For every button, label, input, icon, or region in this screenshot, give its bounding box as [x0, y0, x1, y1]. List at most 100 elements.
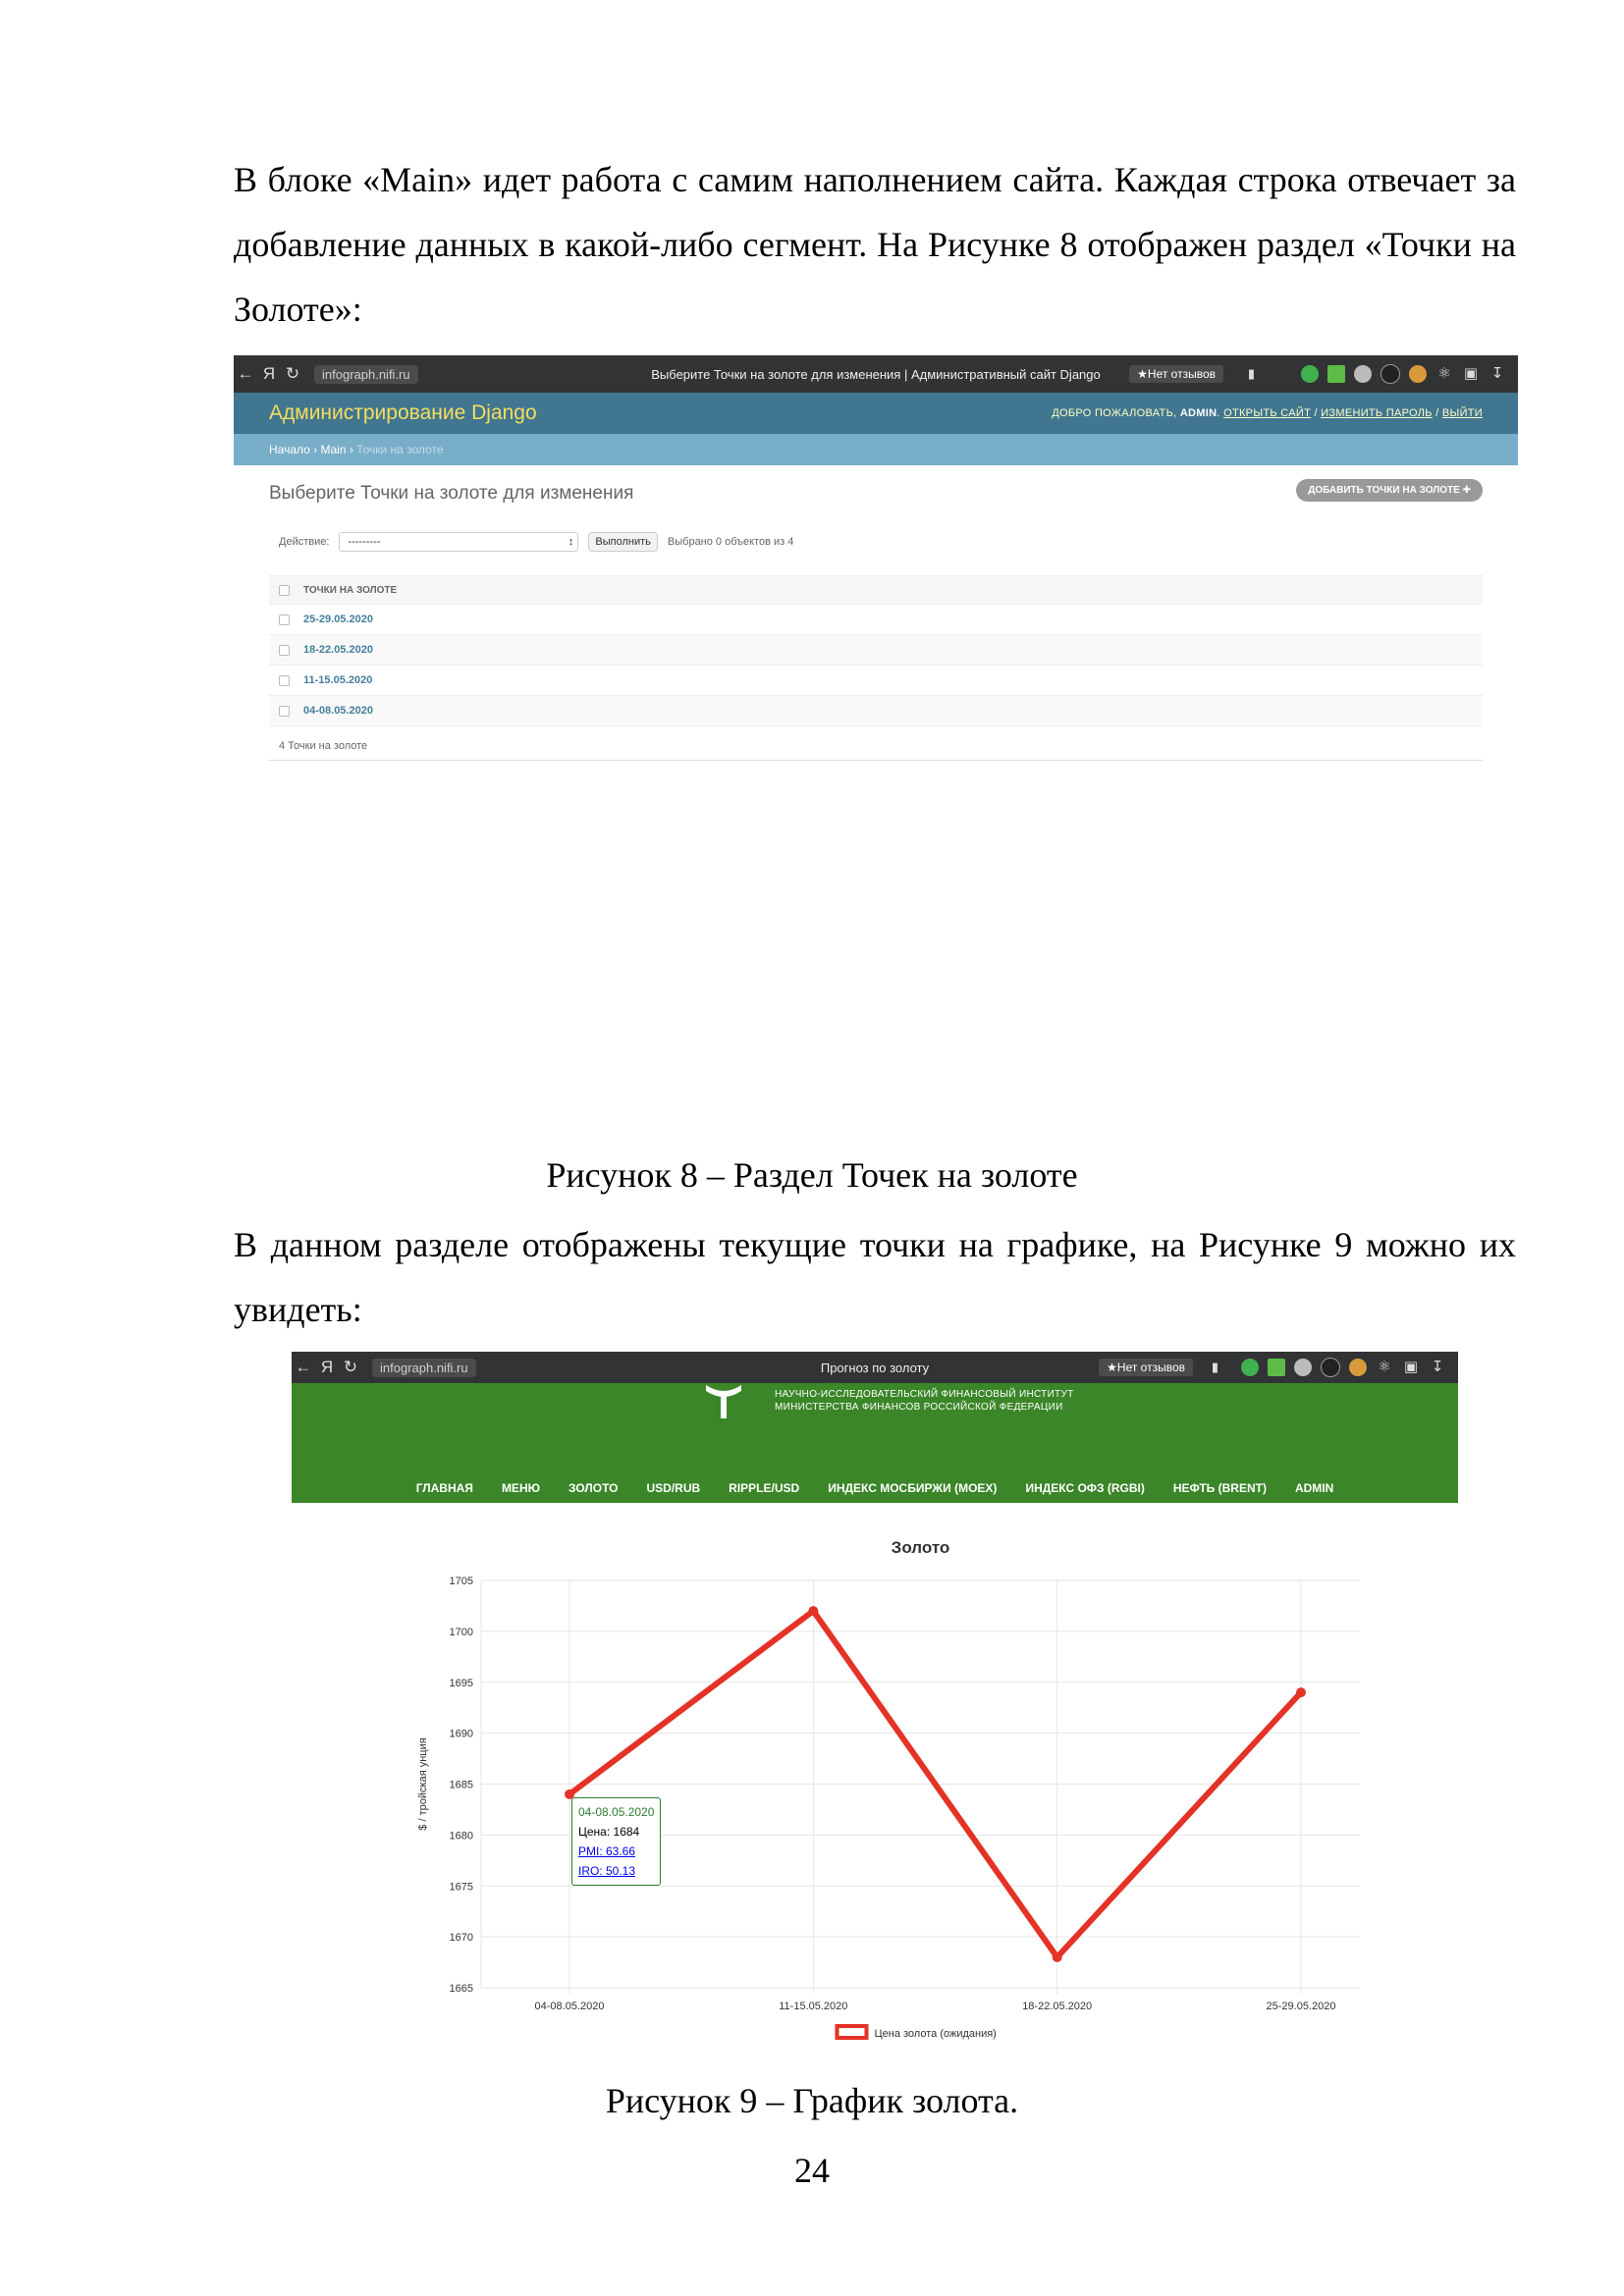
extensions-bar: ⚛ ▣ ↧: [1241, 1358, 1446, 1377]
bookmark-icon[interactable]: ▮: [1248, 366, 1255, 382]
breadcrumb-current: Точки на золоте: [356, 443, 444, 456]
row-link[interactable]: 18-22.05.2020: [303, 644, 373, 656]
url-field[interactable]: infograph.nifi.ru: [372, 1358, 476, 1377]
column-header[interactable]: Точки на золоте: [303, 585, 397, 596]
row-checkbox[interactable]: [279, 674, 290, 686]
cookie-extension-icon[interactable]: [1409, 365, 1427, 383]
row-checkbox[interactable]: [279, 614, 290, 625]
menu-item-rgbi[interactable]: Индекс ОФЗ (RGBI): [1025, 1481, 1144, 1495]
menu-item-menu[interactable]: Меню: [502, 1481, 540, 1495]
main-menu: Главная Меню Золото USD/RUB RIPPLE/USD И…: [292, 1481, 1458, 1495]
table-header: Точки на золоте: [269, 575, 1483, 605]
shield-extension-icon[interactable]: [1241, 1359, 1259, 1376]
go-button[interactable]: Выполнить: [588, 532, 658, 552]
y-tick-label: 1680: [450, 1830, 473, 1842]
download-icon[interactable]: ↧: [1489, 365, 1506, 383]
y-tick-label: 1695: [450, 1678, 473, 1689]
table-row: 04-08.05.2020: [269, 696, 1483, 726]
reviews-badge[interactable]: ★Нет отзывов: [1099, 1359, 1193, 1376]
url-field[interactable]: infograph.nifi.ru: [314, 364, 418, 384]
x-tick-label: 04-08.05.2020: [535, 2001, 605, 2012]
selected-counter: Выбрано 0 объектов из 4: [667, 536, 794, 548]
table-row: 18-22.05.2020: [269, 635, 1483, 666]
shield-extension-icon[interactable]: [1301, 365, 1319, 383]
translate-extension-icon[interactable]: ▣: [1462, 365, 1480, 383]
action-select[interactable]: ---------: [339, 532, 579, 552]
cookie-extension-icon[interactable]: [1349, 1359, 1367, 1376]
site-header: НАУЧНО-ИССЛЕДОВАТЕЛЬСКИЙ ФИНАНСОВЫЙ ИНСТ…: [292, 1383, 1458, 1503]
back-arrow-icon[interactable]: ←: [292, 1358, 315, 1377]
reload-icon[interactable]: ↻: [281, 364, 304, 384]
reload-icon[interactable]: ↻: [339, 1358, 362, 1377]
download-arrow-extension-icon[interactable]: [1268, 1359, 1285, 1376]
y-tick-label: 1675: [450, 1881, 473, 1893]
menu-item-home[interactable]: Главная: [416, 1481, 473, 1495]
menu-item-moex[interactable]: Индекс Мосбиржи (MOEX): [828, 1481, 997, 1495]
username: ADMIN: [1179, 407, 1218, 419]
view-site-link[interactable]: Открыть сайт: [1223, 407, 1311, 419]
table-body: 25-29.05.2020 18-22.05.2020 11-15.05.202…: [269, 605, 1483, 726]
row-link[interactable]: 11-15.05.2020: [303, 674, 372, 686]
figure-9-screenshot: ← Я ↻ infograph.nifi.ru Прогноз по золот…: [292, 1352, 1458, 1509]
django-header: Администрирование Django Добро пожаловат…: [234, 393, 1518, 434]
globe-extension-icon[interactable]: [1294, 1359, 1312, 1376]
bookmark-icon[interactable]: ▮: [1212, 1360, 1218, 1375]
download-arrow-extension-icon[interactable]: [1327, 365, 1345, 383]
react-extension-icon[interactable]: ⚛: [1376, 1359, 1393, 1376]
browser-toolbar: ← Я ↻ infograph.nifi.ru Выберите Точки н…: [234, 355, 1518, 393]
logout-link[interactable]: Выйти: [1442, 407, 1483, 419]
select-all-checkbox[interactable]: [279, 584, 290, 596]
site-branding[interactable]: Администрирование Django: [269, 401, 537, 425]
tab-title: Прогноз по золоту: [820, 1360, 930, 1375]
yandex-icon[interactable]: Я: [257, 364, 281, 384]
y-tick-label: 1700: [450, 1627, 473, 1638]
action-label: Действие:: [279, 536, 330, 548]
chart-tooltip: 04-08.05.2020 Цена: 1684 PMI: 63.66 IRO:…: [571, 1796, 662, 1886]
paragraph-intro: В блоке «Main» идет работа с самим напол…: [234, 160, 1516, 329]
menu-item-brent[interactable]: Нефть (BRENT): [1173, 1481, 1267, 1495]
row-checkbox[interactable]: [279, 644, 290, 656]
globe-extension-icon[interactable]: [1354, 365, 1372, 383]
welcome-text: Добро пожаловать,: [1052, 407, 1177, 419]
tooltip-pmi-link[interactable]: PMI: 63.66: [578, 1842, 654, 1861]
x-tick-label: 11-15.05.2020: [779, 2001, 847, 2012]
data-point: [1296, 1687, 1306, 1698]
breadcrumb-home[interactable]: Начало: [269, 443, 310, 456]
y-tick-label: 1705: [450, 1575, 473, 1587]
menu-item-admin[interactable]: ADMIN: [1295, 1481, 1333, 1495]
paragraph-chart-intro: В данном разделе отображены текущие точк…: [234, 1225, 1516, 1329]
menu-item-gold[interactable]: Золото: [568, 1481, 619, 1495]
add-object-button[interactable]: Добавить Точки на золоте ✚: [1296, 479, 1483, 502]
mask-extension-icon[interactable]: [1380, 364, 1400, 384]
table-row: 11-15.05.2020: [269, 666, 1483, 696]
yandex-icon[interactable]: Я: [315, 1358, 339, 1377]
reviews-badge[interactable]: ★Нет отзывов: [1129, 365, 1223, 383]
row-link[interactable]: 25-29.05.2020: [303, 614, 373, 625]
data-point: [808, 1606, 819, 1617]
change-password-link[interactable]: Изменить пароль: [1321, 407, 1433, 419]
organization-name: НАУЧНО-ИССЛЕДОВАТЕЛЬСКИЙ ФИНАНСОВЫЙ ИНСТ…: [775, 1389, 1074, 1413]
tab-title: Выберите Точки на золоте для изменения |…: [651, 366, 1101, 382]
menu-item-usdrub[interactable]: USD/RUB: [647, 1481, 701, 1495]
react-extension-icon[interactable]: ⚛: [1435, 365, 1453, 383]
download-icon[interactable]: ↧: [1429, 1359, 1446, 1376]
tooltip-iro-link[interactable]: IRO: 50.13: [578, 1861, 654, 1881]
back-arrow-icon[interactable]: ←: [234, 364, 257, 384]
actions-bar: Действие: --------- Выполнить Выбрано 0 …: [279, 532, 793, 552]
x-tick-label: 18-22.05.2020: [1022, 2001, 1092, 2012]
table-row: 25-29.05.2020: [269, 605, 1483, 635]
figure-9-caption: Рисунок 9 – График золота.: [605, 2081, 1019, 2120]
y-tick-label: 1690: [450, 1729, 473, 1740]
mask-extension-icon[interactable]: [1321, 1358, 1340, 1377]
row-link[interactable]: 04-08.05.2020: [303, 705, 373, 717]
chart-title: Золото: [892, 1538, 950, 1557]
y-axis-label: $ / тройская унция: [417, 1737, 429, 1830]
menu-item-ripple[interactable]: RIPPLE/USD: [729, 1481, 799, 1495]
breadcrumb: Начало › Main › Точки на золоте: [234, 434, 1518, 465]
translate-extension-icon[interactable]: ▣: [1402, 1359, 1420, 1376]
row-checkbox[interactable]: [279, 705, 290, 717]
extensions-bar: ⚛ ▣ ↧: [1301, 364, 1506, 384]
breadcrumb-app[interactable]: Main: [320, 443, 346, 456]
x-tick-label: 25-29.05.2020: [1267, 2001, 1336, 2012]
browser-toolbar: ← Я ↻ infograph.nifi.ru Прогноз по золот…: [292, 1352, 1458, 1383]
